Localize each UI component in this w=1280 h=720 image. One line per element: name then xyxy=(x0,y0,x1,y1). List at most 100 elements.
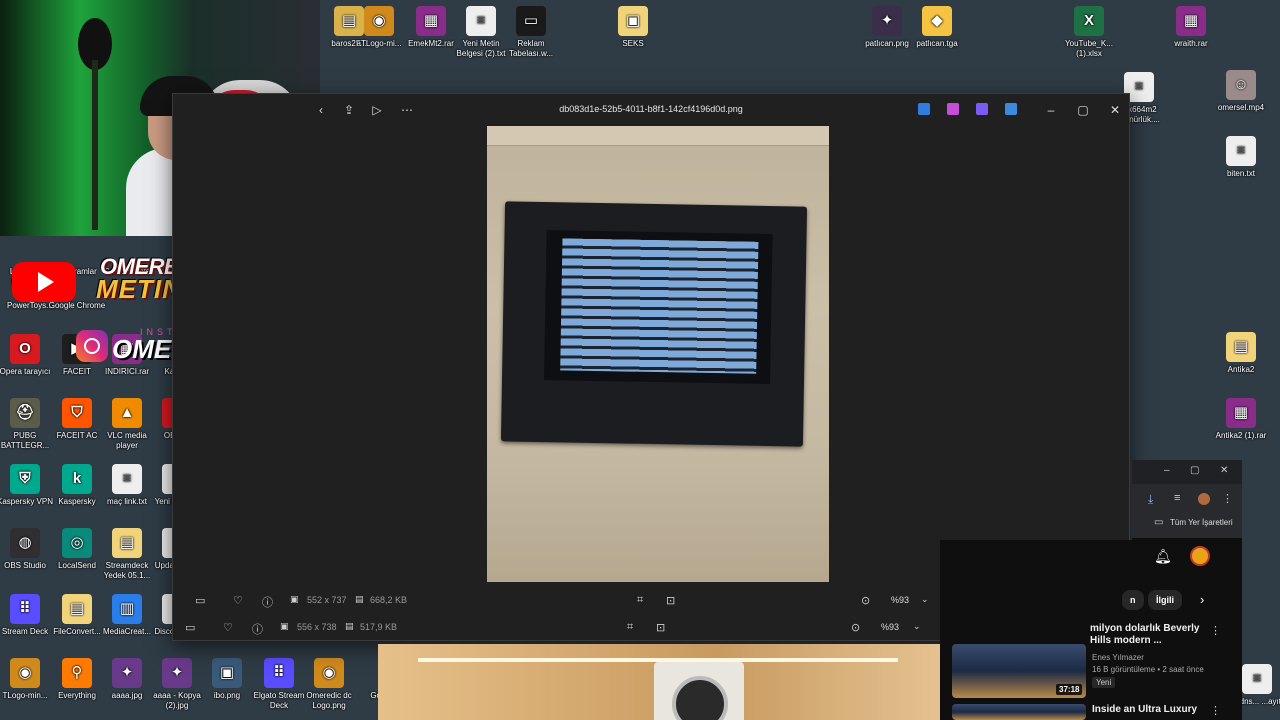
desktop-icon[interactable]: ▦ Antika2 (1).rar xyxy=(1210,398,1272,441)
desktop-icon[interactable]: ▭ Reklam Tabelası.w... xyxy=(500,6,562,59)
desktop-icon-glyph: ◉ xyxy=(10,658,40,688)
desktop-icon[interactable]: ▦ wraith.rar xyxy=(1160,6,1222,49)
browser-toolbar: ⤓ ≡ ⋮ ▭ Tüm Yer İşaretleri xyxy=(1132,484,1242,538)
desktop-icon-glyph: ◉ xyxy=(364,6,394,36)
info-icon-2[interactable]: ⓘ xyxy=(252,621,263,637)
crop-icon[interactable]: ⌗ xyxy=(637,594,643,607)
desktop-icon-glyph: ◎ xyxy=(62,528,92,558)
maximize-icon[interactable]: ▢ xyxy=(1075,102,1091,118)
edit-app-icon[interactable] xyxy=(918,103,930,115)
background-photo xyxy=(378,644,942,720)
profile-avatar[interactable] xyxy=(1198,493,1210,505)
desktop-icon[interactable]: ▤ Antika2 xyxy=(1210,332,1272,375)
desktop-icon-glyph: ☺ xyxy=(1226,70,1256,100)
desktop-icon[interactable]: ▣ SEKS xyxy=(602,6,664,49)
browser-close-icon[interactable]: ✕ xyxy=(1220,465,1228,476)
desktop-icon-glyph: ▦ xyxy=(1176,6,1206,36)
desktop-icon-label: SEKS xyxy=(622,39,644,48)
zoom-dropdown-icon[interactable]: ⌄ xyxy=(921,594,929,605)
filmstrip-icon-2[interactable]: ▭ xyxy=(185,621,195,634)
reading-list-icon[interactable]: ≡ xyxy=(1174,492,1180,504)
desktop-icon-glyph: ▤ xyxy=(112,528,142,558)
desktop-icon-label: Antika2 xyxy=(1227,365,1255,374)
desktop-icon-glyph: ▭ xyxy=(516,6,546,36)
background-photo-washer xyxy=(654,662,744,720)
designer-app-icon[interactable] xyxy=(947,103,959,115)
info-icon[interactable]: ⓘ xyxy=(262,594,273,610)
image-file-size: 668,2 KB xyxy=(370,595,408,605)
desktop-icon-label: biten.txt xyxy=(1226,169,1255,178)
onedrive-app-icon[interactable] xyxy=(1005,103,1017,115)
image-shelf xyxy=(487,126,829,146)
desktop-icon-glyph: ⛉ xyxy=(62,398,92,428)
desktop-icon-glyph: X xyxy=(1074,6,1104,36)
desktop-icon[interactable]: ≡ biten.txt xyxy=(1210,136,1272,179)
channel-avatar[interactable] xyxy=(1190,546,1210,566)
minimize-icon[interactable]: – xyxy=(1043,102,1059,118)
video-new-badge-1: Yeni xyxy=(1092,677,1116,688)
desktop-icon-label: wraith.rar xyxy=(1174,39,1208,48)
desktop-icon-label: YouTube_K... (1).xlsx xyxy=(1065,39,1113,58)
desktop-icon-glyph: ▦ xyxy=(1226,398,1256,428)
desktop-icon[interactable]: X YouTube_K... (1).xlsx xyxy=(1058,6,1120,59)
desktop-icon-glyph: ⠿ xyxy=(264,658,294,688)
clipchamp-app-icon[interactable] xyxy=(976,103,988,115)
desktop-icon-glyph: ≡ xyxy=(1242,664,1272,694)
desktop-icon-label: Antika2 (1).rar xyxy=(1215,431,1267,440)
download-icon[interactable]: ⤓ xyxy=(1148,492,1153,507)
browser-maximize-icon[interactable]: ▢ xyxy=(1190,465,1199,476)
video-title-1[interactable]: milyon dolarlık Beverly Hills modern ... xyxy=(1090,623,1210,647)
all-bookmarks-link[interactable]: Tüm Yer İşaretleri xyxy=(1170,518,1233,527)
desktop-icon-glyph: ✦ xyxy=(112,658,142,688)
desktop-icon-glyph: ▣ xyxy=(618,6,648,36)
video-menu-icon-1[interactable]: ⋮ xyxy=(1210,624,1221,637)
filter-chip[interactable]: n xyxy=(1122,590,1144,610)
fit-to-window-icon-2[interactable]: ⊙ xyxy=(851,621,860,634)
prev-zoom-level[interactable]: %93 xyxy=(881,622,899,632)
desktop-icon-label: Reklam Tabelası.w... xyxy=(508,39,554,58)
desktop-icon-glyph: ▤ xyxy=(1226,332,1256,362)
favorite-icon-2[interactable]: ♡ xyxy=(223,621,233,634)
desktop-icon-glyph: ◍ xyxy=(10,528,40,558)
desktop-icon[interactable]: ◆ patlıcan.tga xyxy=(906,6,968,49)
image-tv-frame xyxy=(500,201,808,447)
instagram-logo-icon xyxy=(76,330,108,362)
chips-next-icon[interactable]: › xyxy=(1200,592,1204,607)
notifications-icon[interactable]: 🔔︎ xyxy=(1154,548,1172,565)
desktop-icon-label: patlıcan.tga xyxy=(916,39,958,48)
video-menu-icon-2[interactable]: ⋮ xyxy=(1210,704,1221,717)
video-duration-1: 37:18 xyxy=(1056,684,1083,695)
zoom-level[interactable]: %93 xyxy=(891,595,909,605)
displayed-image[interactable] xyxy=(487,126,829,582)
video-thumbnail-2[interactable] xyxy=(952,704,1086,720)
video-channel-1[interactable]: Enes Yılmazer xyxy=(1092,652,1144,663)
video-meta-1: 16 B görüntüleme • 2 saat önce xyxy=(1092,665,1204,674)
image-dimensions: 552 x 737 xyxy=(307,595,347,605)
desktop-icon-label: omersel.mp4 xyxy=(1217,103,1265,112)
visual-search-icon[interactable]: ⊡ xyxy=(666,594,675,607)
crop-icon-2[interactable]: ⌗ xyxy=(627,621,633,634)
bookmarks-folder-icon: ▭ xyxy=(1154,517,1164,528)
desktop-icon-glyph: O xyxy=(10,334,40,364)
dimensions-icon: ▣ xyxy=(290,594,299,604)
browser-titlebar: – ▢ ✕ xyxy=(1132,460,1242,484)
file-size-icon: ▤ xyxy=(355,594,364,604)
desktop-icon-glyph: ⛨ xyxy=(10,464,40,494)
zoom-dropdown-icon-2[interactable]: ⌄ xyxy=(913,621,921,632)
browser-minimize-icon[interactable]: – xyxy=(1164,465,1170,476)
desktop-icon[interactable]: ☺ omersel.mp4 xyxy=(1210,70,1272,113)
image-tv-inner xyxy=(544,230,773,385)
prev-image-file-size: 517,9 KB xyxy=(360,622,398,632)
close-icon[interactable]: ✕ xyxy=(1107,102,1123,118)
filmstrip-icon[interactable]: ▭ xyxy=(195,594,205,607)
file-size-icon-2: ▤ xyxy=(345,621,354,631)
browser-menu-icon[interactable]: ⋮ xyxy=(1222,492,1233,505)
desktop-icon-glyph xyxy=(16,234,46,264)
video-title-2[interactable]: Inside an Ultra Luxury xyxy=(1092,704,1212,716)
image-tv-screen xyxy=(560,238,759,374)
desktop-icon-glyph: ✦ xyxy=(162,658,192,688)
favorite-icon[interactable]: ♡ xyxy=(233,594,243,607)
related-chip[interactable]: İlgili xyxy=(1148,590,1182,610)
fit-to-window-icon[interactable]: ⊙ xyxy=(861,594,870,607)
visual-search-icon-2[interactable]: ⊡ xyxy=(656,621,665,634)
